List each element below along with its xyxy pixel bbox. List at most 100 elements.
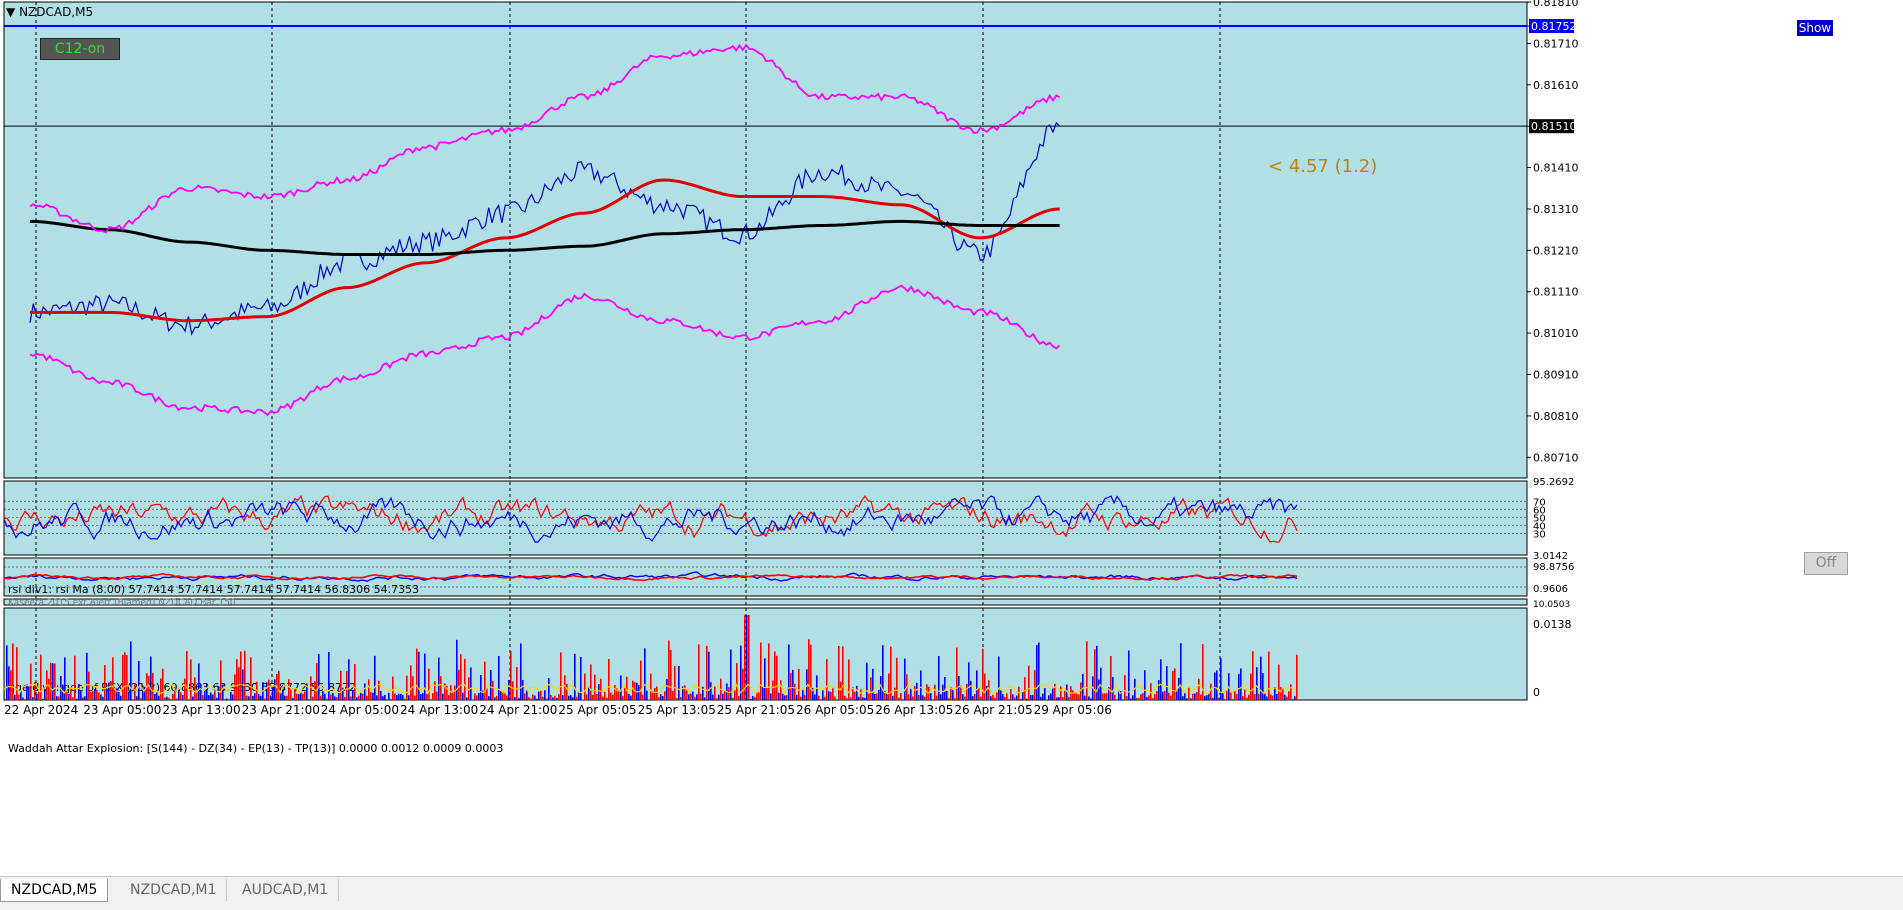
waddah-bar — [122, 655, 124, 700]
waddah-bar — [404, 699, 406, 700]
waddah-bar — [710, 682, 712, 700]
waddah-bar — [600, 679, 602, 700]
waddah-bar — [226, 699, 228, 700]
waddah-bar — [78, 684, 80, 700]
waddah-bar — [846, 698, 848, 700]
waddah-bar — [608, 659, 610, 700]
waddah-bar — [1064, 691, 1066, 700]
waddah-bar — [1284, 695, 1286, 700]
waddah-bar — [914, 686, 916, 700]
waddah-bar — [1266, 697, 1268, 700]
waddah-bar — [418, 652, 420, 700]
waddah-bar — [336, 697, 338, 700]
waddah-bar — [344, 697, 346, 700]
waddah-bar — [1034, 670, 1036, 700]
time-label: 24 Apr 13:00 — [400, 703, 478, 717]
c12-toggle-button[interactable]: C12-on — [40, 38, 120, 60]
waddah-bar — [112, 657, 114, 700]
tab-audcad-m1[interactable]: AUDCAD,M1 — [232, 879, 339, 901]
waddah-bar — [1164, 691, 1166, 700]
waddah-bar — [1018, 687, 1020, 700]
waddah-bar — [394, 694, 396, 700]
waddah-bar — [326, 698, 328, 700]
waddah-bar — [440, 676, 442, 700]
waddah-bar — [924, 697, 926, 700]
waddah-bar — [376, 695, 378, 700]
price-annotation: < 4.57 (1.2) — [1268, 156, 1377, 177]
waddah-bar — [790, 673, 792, 700]
waddah-bar — [148, 676, 150, 700]
waddah-bar — [834, 696, 836, 700]
waddah-bar — [1158, 680, 1160, 700]
waddah-bar — [994, 698, 996, 700]
waddah-bar — [164, 698, 166, 700]
waddah-bar — [862, 697, 864, 700]
waddah-bar — [1110, 656, 1112, 700]
waddah-bar — [96, 690, 98, 700]
waddah-bar — [736, 663, 738, 700]
waddah-bar — [1036, 645, 1038, 700]
waddah-bar — [802, 690, 804, 700]
waddah-bar — [978, 688, 980, 700]
waddah-bar — [898, 698, 900, 700]
waddah-bar — [310, 676, 312, 700]
waddah-bar — [90, 692, 92, 700]
time-label: 25 Apr 13:05 — [638, 703, 716, 717]
waddah-bar — [562, 695, 564, 700]
waddah-bar — [412, 676, 414, 700]
waddah-bar — [854, 692, 856, 700]
waddah-bar — [934, 685, 936, 700]
waddah-bar — [198, 663, 200, 700]
time-label: 25 Apr 21:05 — [717, 703, 795, 717]
waddah-bar — [632, 681, 634, 700]
waddah-bar — [656, 686, 658, 700]
waddah-bar — [998, 657, 1000, 700]
waddah-bar — [1128, 651, 1130, 700]
waddah-bar — [506, 695, 508, 700]
waddah-bar — [922, 695, 924, 700]
waddah-bar — [874, 694, 876, 700]
price-chart[interactable]: 22 Apr 202423 Apr 05:0023 Apr 13:0023 Ap… — [0, 0, 1903, 876]
waddah-bar — [208, 695, 210, 700]
waddah-bar — [570, 695, 572, 700]
waddah-bar — [738, 696, 740, 700]
waddah-bar — [1136, 698, 1138, 700]
tab-nzdcad-m1[interactable]: NZDCAD,M1 — [120, 879, 227, 901]
waddah-bar — [368, 679, 370, 700]
waddah-bar — [1226, 691, 1228, 700]
collapse-icon[interactable]: ▼ — [6, 5, 15, 19]
waddah-bar — [1190, 698, 1192, 700]
waddah-bar — [156, 693, 158, 700]
waddah-bar — [1090, 699, 1092, 700]
waddah-bar — [522, 680, 524, 700]
waddah-bar — [272, 688, 274, 700]
waddah-bar — [486, 688, 488, 700]
show-button[interactable]: Show — [1796, 19, 1834, 37]
waddah-bar — [804, 695, 806, 700]
waddah-bar — [582, 699, 584, 700]
tab-nzdcad-m5[interactable]: NZDCAD,M5 — [0, 879, 108, 902]
waddah-bar — [788, 644, 790, 700]
waddah-bar — [232, 695, 234, 700]
waddah-bar — [1246, 698, 1248, 700]
waddah-bar — [248, 696, 250, 700]
waddah-bar — [678, 666, 680, 700]
waddah-bar — [762, 687, 764, 700]
waddah-bar — [728, 687, 730, 700]
waddah-bar — [768, 643, 770, 700]
waddah-bar — [32, 697, 34, 700]
waddah-bar — [550, 695, 552, 700]
off-button[interactable]: Off — [1804, 552, 1848, 575]
waddah-bar — [1170, 696, 1172, 700]
waddah-bar — [688, 694, 690, 700]
waddah-bar — [158, 696, 160, 700]
waddah-bar — [250, 657, 252, 700]
waddah-bar — [1026, 699, 1028, 700]
waddah-bar — [462, 693, 464, 700]
waddah-bar — [792, 670, 794, 700]
waddah-bar — [238, 667, 240, 700]
waddah-bar — [980, 697, 982, 700]
waddah-bar — [824, 697, 826, 700]
waddah-bar — [12, 643, 14, 700]
waddah-bar — [590, 664, 592, 700]
